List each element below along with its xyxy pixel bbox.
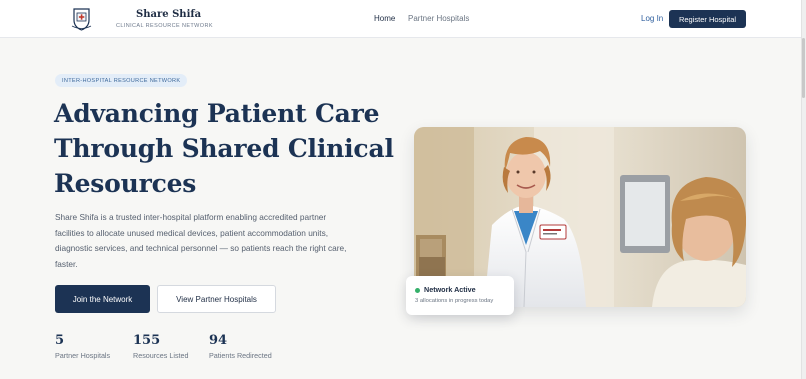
hero-title-line-3: Resources: [54, 169, 197, 198]
register-hospital-button[interactable]: Register Hospital: [669, 10, 746, 28]
stat-resources-listed-value: 155: [133, 333, 161, 348]
view-partner-hospitals-button[interactable]: View Partner Hospitals: [157, 285, 276, 313]
eyebrow-badge: INTER-HOSPITAL RESOURCE NETWORK: [55, 74, 188, 87]
join-network-button[interactable]: Join the Network: [55, 285, 150, 313]
hospital-crest-icon[interactable]: [68, 5, 95, 32]
brand-tagline: CLINICAL RESOURCE NETWORK: [116, 23, 213, 29]
hero-title-line-2: Through Shared Clinical: [54, 134, 394, 163]
login-link[interactable]: Log In: [641, 14, 663, 23]
scrollbar-thumb[interactable]: [802, 38, 805, 98]
brand-name[interactable]: Share Shifa: [136, 9, 201, 20]
hero-description: Share Shifa is a trusted inter-hospital …: [55, 212, 347, 269]
stat-patients-redirected-label: Patients Redirected: [209, 351, 272, 360]
network-status-card: Network Active 3 allocations in progress…: [406, 276, 514, 315]
nav-link-home[interactable]: Home: [374, 14, 395, 23]
stat-partner-hospitals-label: Partner Hospitals: [55, 351, 111, 360]
stat-resources-listed-label: Resources Listed: [133, 351, 189, 360]
top-navbar: Share Shifa CLINICAL RESOURCE NETWORK Ho…: [0, 0, 806, 38]
nav-link-partner-hospitals[interactable]: Partner Hospitals: [408, 14, 469, 23]
hero-title: Advancing Patient Care Through Shared Cl…: [54, 96, 394, 201]
status-card-subtitle: 3 allocations in progress today: [415, 298, 494, 304]
status-card-title: Network Active: [424, 285, 476, 294]
status-dot-icon: [415, 288, 420, 293]
stat-patients-redirected-value: 94: [209, 333, 228, 348]
hero-title-line-1: Advancing Patient Care: [54, 99, 380, 128]
stat-partner-hospitals-value: 5: [55, 333, 65, 348]
